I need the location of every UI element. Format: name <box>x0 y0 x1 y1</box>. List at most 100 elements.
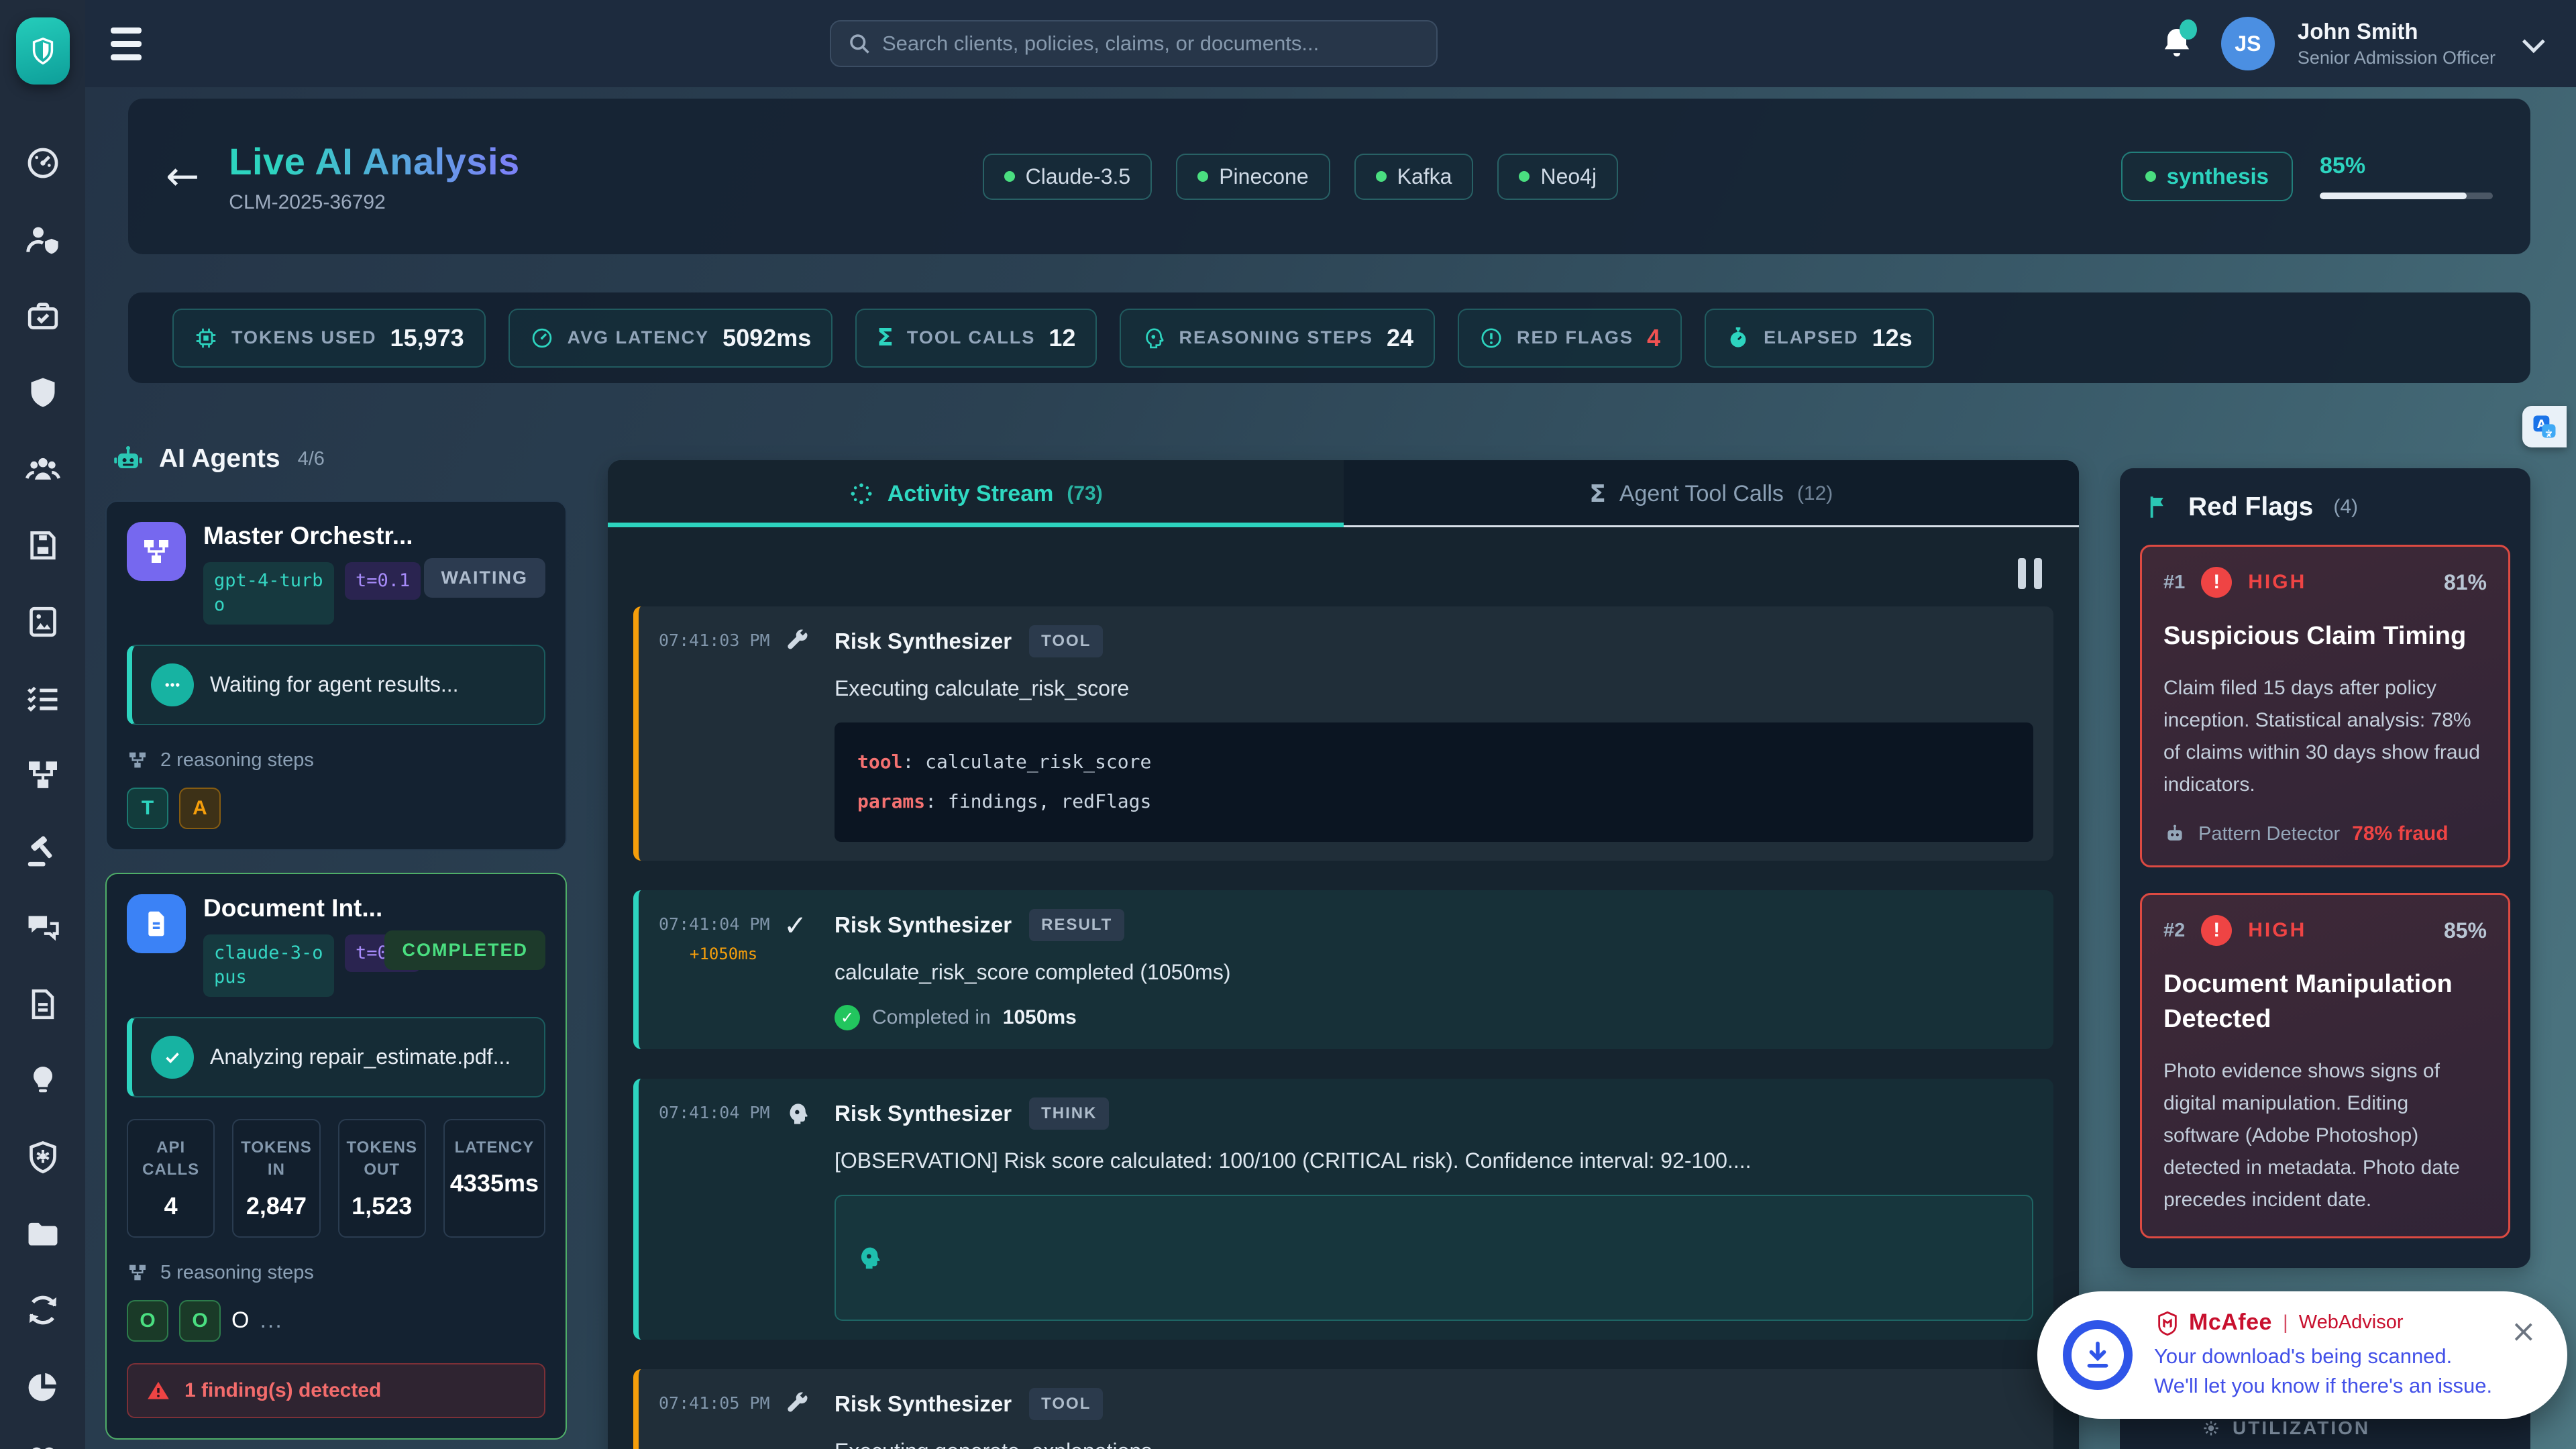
activity-entry: 07:41:04 PM Risk Synthesizer THINK [OBSE… <box>633 1078 2053 1340</box>
agent-status-message: Waiting for agent results... <box>127 644 545 725</box>
agent-status-message: Analyzing repair_estimate.pdf... <box>127 1016 545 1097</box>
step-chip: O <box>179 1299 221 1342</box>
tab-agent-tool-calls[interactable]: Σ Agent Tool Calls (12) <box>1343 460 2080 527</box>
metric-tokens-out: TOKENS OUT 1,523 <box>337 1118 426 1238</box>
wrench-icon <box>784 625 835 842</box>
entry-timestamp: 07:41:04 PM <box>659 1102 770 1122</box>
sidebar-item-insights-bulb-icon[interactable] <box>23 1061 62 1100</box>
flag-index: #1 <box>2163 571 2186 593</box>
mcafee-brand-row: McAfee | WebAdvisor <box>2154 1309 2527 1336</box>
stat-tokens-used: TOKENS USED 15,973 <box>172 308 486 368</box>
red-flags-title: Red Flags <box>2188 492 2314 521</box>
notifications-bell-icon[interactable] <box>2155 19 2198 65</box>
agent-name: Master Orchestr... <box>203 522 413 549</box>
sidebar-item-analytics-pie-icon[interactable] <box>23 1367 62 1406</box>
stopwatch-icon <box>1730 327 1746 347</box>
mcafee-brand: McAfee <box>2189 1309 2272 1336</box>
entry-agent-name: Risk Synthesizer <box>835 1391 1012 1416</box>
entry-agent-name: Risk Synthesizer <box>835 912 1012 937</box>
sidebar-item-folders-icon[interactable] <box>23 1214 62 1253</box>
mcafee-message: Your download's being scanned. We'll let… <box>2154 1344 2493 1397</box>
reasoning-steps-row: 2 reasoning steps <box>127 749 545 771</box>
entry-type-badge: TOOL <box>1029 625 1104 657</box>
activity-panel: Activity Stream (73) Σ Agent Tool Calls … <box>608 460 2079 1449</box>
sidebar-item-security-shield-gear-icon[interactable] <box>23 1138 62 1177</box>
sidebar-item-sync-icon[interactable] <box>23 1291 62 1330</box>
tab-activity-stream[interactable]: Activity Stream (73) <box>608 460 1344 527</box>
agent-model-badge: gpt-4-turbo <box>203 562 334 625</box>
service-badges: Claude-3.5 Pinecone Kafka Neo4j <box>982 153 1619 200</box>
pause-stream-button[interactable] <box>2013 558 2047 590</box>
sidebar-item-reports-icon[interactable] <box>23 602 62 641</box>
menu-hamburger-button[interactable] <box>111 23 155 64</box>
sidebar-item-legal-gavel-icon[interactable] <box>23 832 62 871</box>
toast-close-icon[interactable]: × <box>2510 1316 2536 1346</box>
stat-avg-latency: AVG LATENCY 5092ms <box>508 308 833 368</box>
sidebar-item-team-icon[interactable] <box>23 449 62 488</box>
app-logo-shield-icon[interactable] <box>15 17 70 85</box>
back-button[interactable]: ← <box>166 156 199 197</box>
sidebar-item-tasks-icon[interactable] <box>23 297 62 335</box>
reasoning-steps-row: 5 reasoning steps <box>127 1262 545 1284</box>
flag-index: #2 <box>2163 919 2186 941</box>
progress-percent: 85% <box>2320 153 2366 178</box>
sidebar-item-records-icon[interactable] <box>23 526 62 565</box>
flag-title: Suspicious Claim Timing <box>2163 622 2467 650</box>
entry-message: [OBSERVATION] Risk score calculated: 100… <box>835 1148 1752 1173</box>
flag-severity: HIGH <box>2248 919 2307 942</box>
user-menu-chevron-down-icon[interactable] <box>2522 30 2545 54</box>
activity-sparkle-icon <box>851 483 872 504</box>
page-title: Live AI Analysis <box>229 140 520 182</box>
ai-agents-panel: AI Agents 4/6 Master Orchestr... gpt-4-t… <box>105 443 567 1449</box>
red-flag-card-2[interactable]: #2 ! HIGH 85% Document Manipulation Dete… <box>2140 893 2510 1238</box>
agent-card-master-orchestrator[interactable]: Master Orchestr... gpt-4-turbo t=0.1 WAI… <box>105 500 567 851</box>
sidebar-item-coverage-shield-icon[interactable] <box>23 373 62 412</box>
progress-bar-fill <box>2320 193 2467 199</box>
left-sidebar <box>0 0 85 1449</box>
sidebar-item-checklist-icon[interactable] <box>23 679 62 718</box>
gear-icon <box>2204 1421 2218 1436</box>
flag-severity: HIGH <box>2248 571 2307 593</box>
agent-model-badge: claude-3-opus <box>203 934 334 997</box>
step-chip: O <box>127 1299 168 1342</box>
flag-confidence: 85% <box>2443 918 2487 943</box>
sidebar-item-workflow-icon[interactable] <box>23 755 62 794</box>
sidebar-item-documents-icon[interactable] <box>23 985 62 1024</box>
entry-timestamp: 07:41:05 PM <box>659 1393 770 1413</box>
sidebar-item-messages-icon[interactable] <box>23 908 62 947</box>
sidebar-item-client-shield-icon[interactable] <box>23 220 62 259</box>
search-input[interactable] <box>882 32 1420 56</box>
mcafee-shield-icon <box>2158 1311 2177 1336</box>
red-flag-card-1[interactable]: #1 ! HIGH 81% Suspicious Claim Timing Cl… <box>2140 545 2510 868</box>
user-avatar[interactable]: JS <box>2220 17 2275 70</box>
reasoning-head-icon <box>1146 327 1164 348</box>
sidebar-item-more-icon[interactable] <box>23 1444 62 1449</box>
user-meta: John Smith Senior Admission Officer <box>2298 20 2496 67</box>
translate-extension-button[interactable]: A <box>2522 406 2567 447</box>
flag-source-row: Pattern Detector 78% fraud <box>2163 822 2487 845</box>
cpu-chip-icon <box>196 328 216 347</box>
entry-type-badge: RESULT <box>1029 908 1125 941</box>
stage-cluster: synthesis 85% <box>2121 152 2493 201</box>
mcafee-toast-body: McAfee | WebAdvisor Your download's bein… <box>2154 1309 2527 1401</box>
thinking-ellipsis-icon <box>151 663 194 706</box>
translate-icon: A <box>2533 415 2556 438</box>
step-chips: T A <box>127 787 545 829</box>
activity-stream-list: 07:41:03 PM Risk Synthesizer TOOL Execut… <box>608 527 2079 1449</box>
status-dot <box>1004 171 1015 182</box>
sidebar-item-dashboard-icon[interactable] <box>23 144 62 182</box>
header-titles: Live AI Analysis CLM-2025-36792 <box>229 140 519 214</box>
analysis-progress: 85% <box>2320 152 2493 199</box>
search-bar[interactable] <box>830 20 1438 67</box>
metrics-bar: TOKENS USED 15,973 AVG LATENCY 5092ms Σ TO… <box>128 292 2530 383</box>
alert-circle-icon <box>1481 327 1501 348</box>
status-dot <box>1375 171 1387 182</box>
ai-agents-title: AI Agents <box>159 444 280 473</box>
stat-tool-calls: Σ TOOL CALLS 12 <box>855 308 1097 368</box>
findings-alert: 1 finding(s) detected <box>127 1362 545 1418</box>
service-badge: Neo4j <box>1497 153 1619 200</box>
agent-card-document-intelligence[interactable]: Document Int... claude-3-opus t=0.2 COMP… <box>105 872 567 1440</box>
agent-status-badge: COMPLETED <box>384 930 545 970</box>
flag-description: Photo evidence shows signs of digital ma… <box>2163 1059 2460 1211</box>
metric-latency: LATENCY 4335ms <box>443 1118 545 1238</box>
